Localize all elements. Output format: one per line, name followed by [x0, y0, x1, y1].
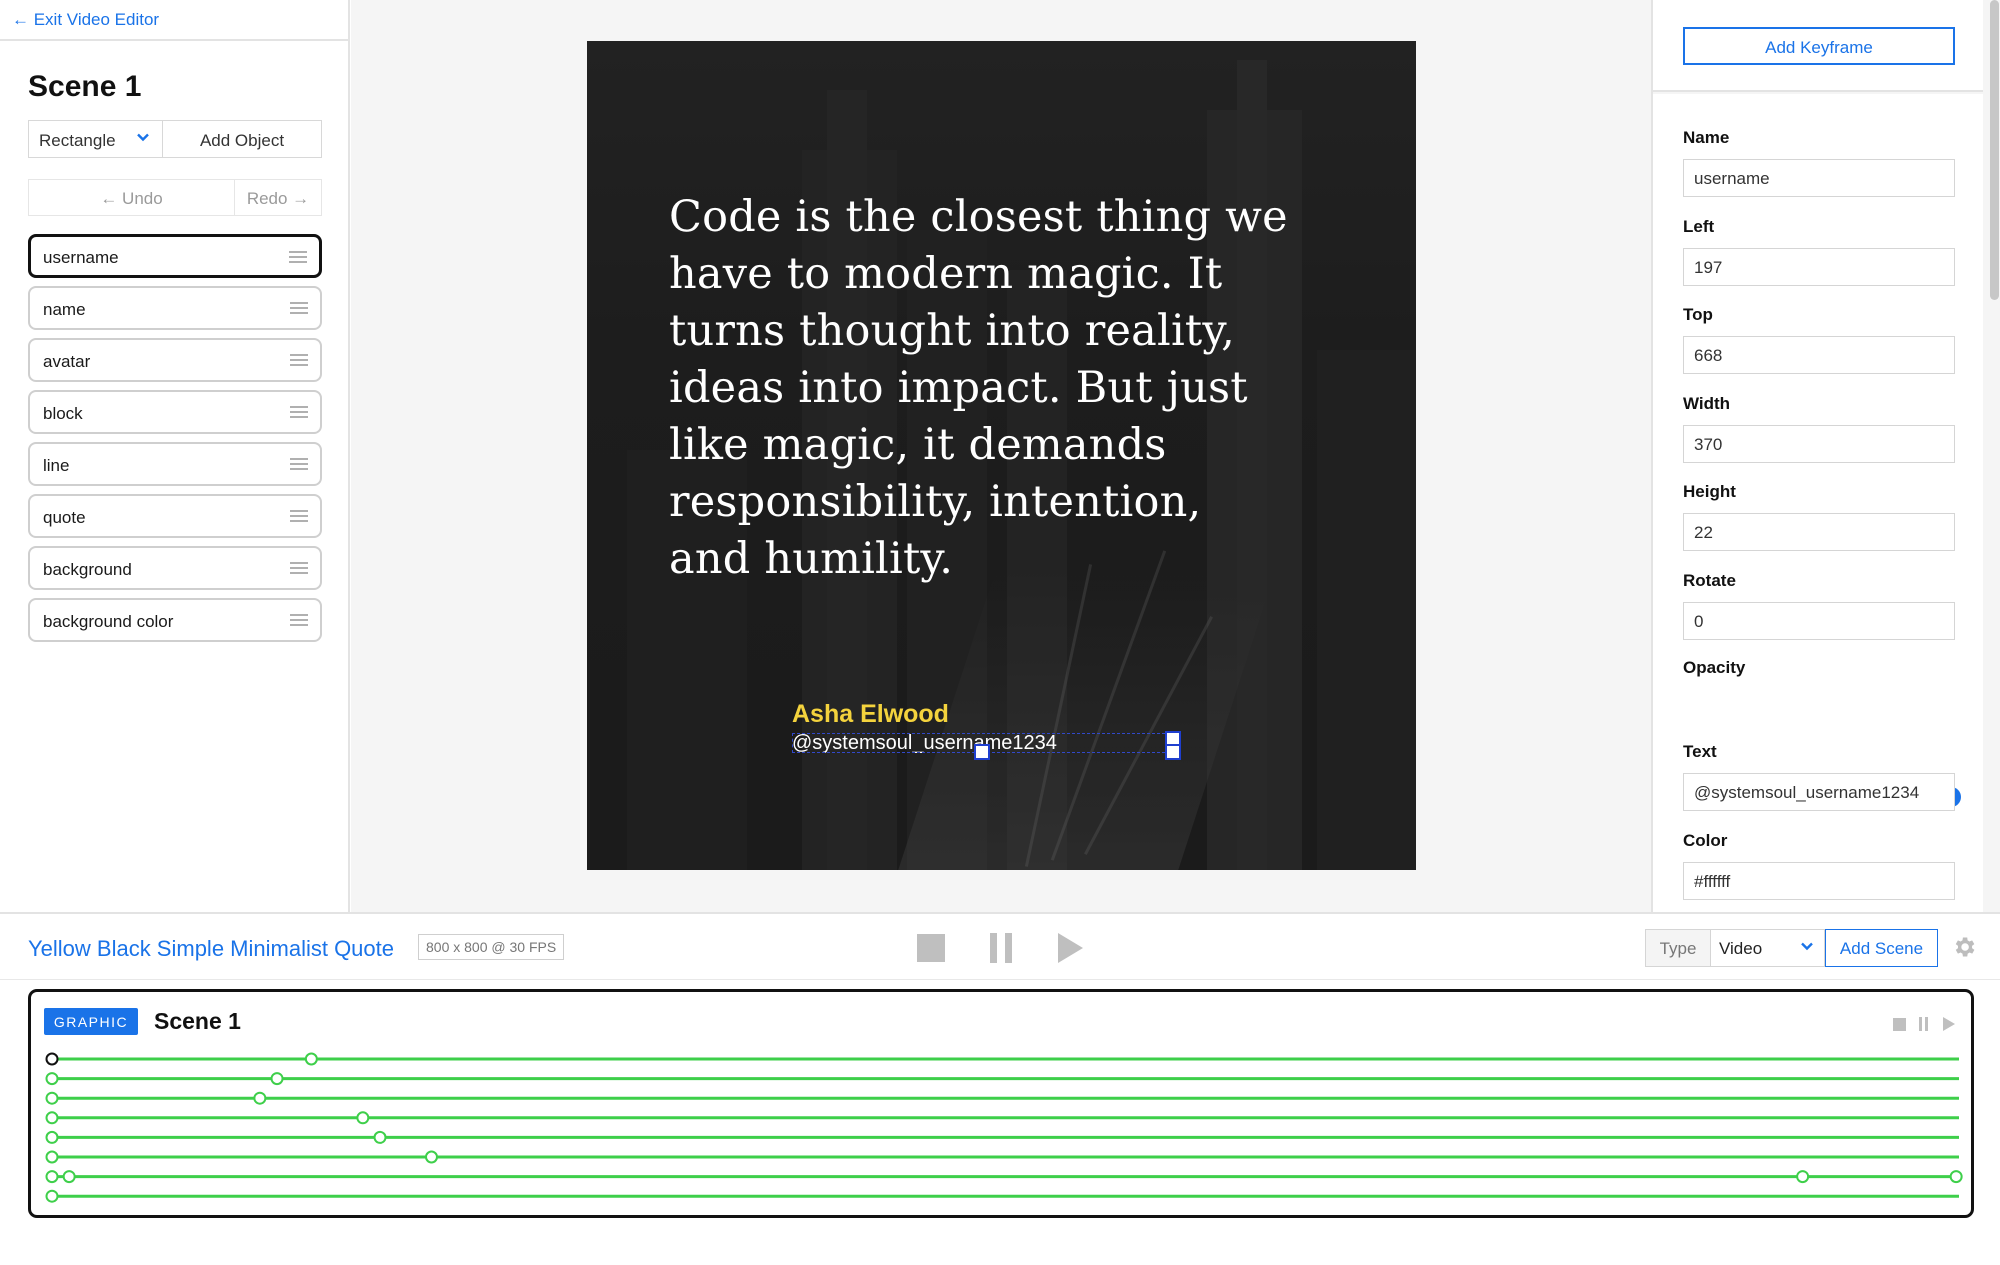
color-field[interactable]: #ffffff — [1683, 862, 1955, 900]
scene-card[interactable]: GRAPHIC Scene 1 — [28, 989, 1974, 1218]
top-label: Top — [1683, 305, 1713, 324]
left-label: Left — [1683, 216, 1715, 236]
play-button[interactable] — [1058, 933, 1083, 963]
name-field[interactable]: username — [1683, 159, 1955, 197]
top-field[interactable]: 668 — [1683, 336, 1955, 374]
drag-handle-icon[interactable] — [290, 510, 308, 522]
layer-item[interactable]: name — [28, 286, 322, 330]
layer-item[interactable]: background — [28, 546, 322, 590]
keyframe-header: Add Keyframe — [1653, 0, 1983, 92]
keyframe-marker[interactable] — [1796, 1170, 1810, 1184]
name-label: Name — [1683, 128, 1730, 147]
keyframe-marker[interactable] — [253, 1091, 267, 1105]
layer-item-label: line — [43, 456, 70, 475]
keyframe-marker[interactable] — [356, 1111, 370, 1125]
drag-handle-icon[interactable] — [289, 251, 307, 263]
shape-type-value: Rectangle — [39, 131, 116, 150]
timeline-area: GRAPHIC Scene 1 — [0, 981, 2000, 1265]
add-scene-button[interactable]: Add Scene — [1825, 929, 1938, 967]
scene-title: Scene 1 — [28, 70, 142, 103]
layer-item[interactable]: quote — [28, 494, 322, 538]
width-field[interactable]: 370 — [1683, 424, 1955, 463]
artboard[interactable]: Code is the closest thing we have to mod… — [587, 41, 1416, 870]
layer-item[interactable]: background color — [28, 598, 322, 642]
keyframe-marker[interactable] — [45, 1189, 59, 1203]
gear-icon[interactable] — [1951, 934, 1977, 960]
opacity-label: Opacity — [1683, 658, 1746, 677]
layer-item-label: background — [43, 560, 132, 579]
chevron-down-icon — [137, 133, 149, 142]
keyframe-marker[interactable] — [424, 1150, 438, 1164]
layers-sidebar: ← Exit Video Editor Scene 1 Rectangle Ad… — [0, 0, 350, 912]
layer-item-label: name — [43, 300, 86, 319]
layer-item[interactable]: username — [28, 234, 322, 278]
layer-item-label: background color — [43, 612, 174, 631]
keyframe-marker[interactable] — [270, 1072, 284, 1086]
drag-handle-icon[interactable] — [290, 354, 308, 366]
add-object-button[interactable]: Add Object — [162, 120, 322, 158]
keyframe-tracks[interactable] — [31, 992, 1971, 1215]
keyframe-marker[interactable] — [45, 1091, 59, 1105]
color-label: Color — [1683, 831, 1728, 850]
undo-button[interactable]: ← Undo — [28, 179, 234, 216]
author-name-text[interactable]: Asha Elwood — [792, 700, 949, 729]
rotate-field[interactable]: 0 — [1683, 601, 1955, 640]
pause-button[interactable] — [990, 933, 1012, 963]
properties-form: Name username Left 197 Top 668 Width 370 Height 2… — [1653, 94, 1983, 912]
properties-scrollbar-thumb[interactable] — [1990, 0, 1999, 300]
height-field[interactable]: 22 — [1683, 513, 1955, 551]
keyframe-marker[interactable] — [45, 1072, 59, 1086]
drag-handle-icon[interactable] — [290, 458, 308, 470]
type-select[interactable]: Video — [1711, 929, 1825, 967]
chevron-down-icon — [1801, 942, 1813, 951]
text-label: Text — [1683, 742, 1717, 761]
sidebar-divider — [0, 39, 350, 41]
project-title[interactable]: Yellow Black Simple Minimalist Quote — [28, 936, 394, 962]
project-meta-badge: 800 x 800 @ 30 FPS — [418, 934, 565, 960]
height-label: Height — [1683, 482, 1736, 501]
width-label: Width — [1683, 393, 1731, 413]
resize-handle-right[interactable] — [1165, 744, 1181, 760]
layer-item[interactable]: avatar — [28, 338, 322, 382]
shape-type-select[interactable]: Rectangle — [28, 120, 162, 158]
type-label: Type — [1645, 929, 1711, 967]
keyframe-marker[interactable] — [45, 1111, 59, 1125]
drag-handle-icon[interactable] — [290, 406, 308, 418]
add-keyframe-button[interactable]: Add Keyframe — [1683, 27, 1955, 65]
keyframe-marker[interactable] — [373, 1130, 387, 1144]
stop-button[interactable] — [917, 934, 945, 962]
keyframe-marker[interactable] — [45, 1130, 59, 1144]
rotate-label: Rotate — [1683, 570, 1736, 590]
layer-item-label: avatar — [43, 352, 91, 371]
playback-toolbar: Yellow Black Simple Minimalist Quote 800… — [0, 912, 2000, 980]
text-field[interactable]: @systemsoul_username1234 — [1683, 773, 1955, 811]
drag-handle-icon[interactable] — [290, 614, 308, 626]
resize-handle-bottom[interactable] — [974, 744, 990, 760]
exit-video-editor-link[interactable]: ← Exit Video Editor — [12, 10, 159, 30]
type-select-value: Video — [1719, 939, 1763, 958]
layer-item-label: block — [43, 404, 83, 423]
keyframe-marker[interactable] — [304, 1052, 318, 1066]
quote-text[interactable]: Code is the closest thing we have to mod… — [669, 189, 1289, 588]
keyframe-marker[interactable] — [45, 1150, 59, 1164]
keyframe-marker[interactable] — [62, 1170, 76, 1184]
keyframe-marker[interactable] — [1949, 1170, 1963, 1184]
properties-panel: Add Keyframe Name username Left 197 Top 668 Wi… — [1651, 0, 2000, 912]
drag-handle-icon[interactable] — [290, 562, 308, 574]
layer-item[interactable]: block — [28, 390, 322, 434]
layer-item-label: username — [43, 248, 119, 267]
selection-box[interactable] — [792, 731, 1181, 760]
keyframe-marker[interactable] — [45, 1052, 59, 1066]
redo-button[interactable]: Redo → — [234, 179, 322, 216]
left-field[interactable]: 197 — [1683, 247, 1955, 286]
drag-handle-icon[interactable] — [290, 302, 308, 314]
layer-item[interactable]: line — [28, 442, 322, 486]
layer-item-label: quote — [43, 508, 86, 527]
keyframe-marker[interactable] — [45, 1170, 59, 1184]
